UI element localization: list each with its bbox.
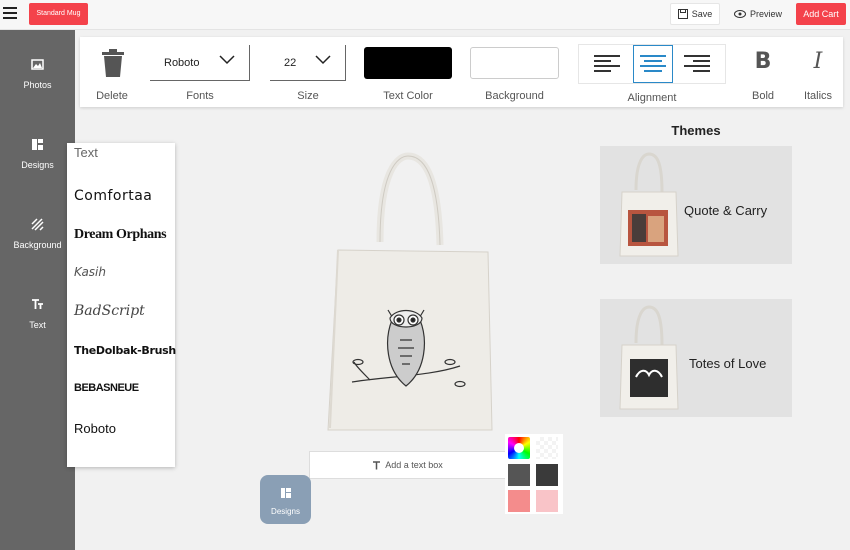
tote-bag-image <box>327 152 493 431</box>
chevron-down-icon <box>219 55 235 65</box>
align-right-icon <box>684 55 710 72</box>
text-color-label: Text Color <box>383 90 433 102</box>
font-option-kasih[interactable]: Kasih <box>74 265 106 279</box>
align-center-icon <box>640 55 666 72</box>
text-color-tool: Text Color <box>364 37 452 107</box>
delete-tool[interactable]: Delete <box>80 37 144 107</box>
font-select-value: Roboto <box>164 56 200 69</box>
transparent-swatch[interactable] <box>536 437 558 459</box>
add-text-box-label: Add a text box <box>385 460 443 470</box>
pink-swatch[interactable] <box>508 490 530 512</box>
sidebar-item-text[interactable]: Text <box>0 298 75 348</box>
delete-label: Delete <box>96 90 128 102</box>
italics-tool[interactable]: I Italics <box>794 37 842 107</box>
bold-label: Bold <box>751 90 775 102</box>
font-dropdown-panel: Text Comfortaa Dream Orphans Kasih BadSc… <box>67 143 176 467</box>
size-select[interactable]: 22 <box>270 45 346 81</box>
align-left-button[interactable] <box>587 45 627 83</box>
top-bar: Standard Mug Save Preview Add Cart <box>0 0 850 30</box>
font-option-thedolbak-brush[interactable]: TheDolbak-Brush <box>74 344 176 357</box>
preview-label: Preview <box>749 9 782 19</box>
save-button[interactable]: Save <box>670 3 720 25</box>
size-label: Size <box>297 90 319 102</box>
chevron-down-icon <box>315 55 331 65</box>
color-wheel-icon <box>514 443 524 453</box>
grid-icon <box>280 488 291 498</box>
bold-tool[interactable]: B Bold <box>740 37 786 107</box>
trash-icon <box>102 49 124 77</box>
alignment-label: Alignment <box>627 92 677 104</box>
dark-gray-swatch[interactable] <box>536 464 558 486</box>
themes-title: Themes <box>671 123 721 138</box>
color-picker-swatch[interactable] <box>508 437 530 459</box>
sidebar-item-label: Background <box>13 240 62 250</box>
align-left-icon <box>594 55 620 72</box>
font-select[interactable]: Roboto <box>150 45 250 81</box>
font-option-bebasneue[interactable]: BEBASNEUE <box>74 382 139 394</box>
align-right-button[interactable] <box>677 45 717 83</box>
gray-swatch[interactable] <box>508 464 530 486</box>
product-type-button[interactable]: Standard Mug <box>29 3 88 25</box>
font-option-roboto[interactable]: Roboto <box>74 421 116 436</box>
theme-label: Totes of Love <box>689 356 767 371</box>
background-tool: Background <box>470 37 559 107</box>
text-size-icon <box>32 299 43 309</box>
text-toolbar: Delete Roboto Fonts 22 Size Text Color B… <box>80 37 843 107</box>
sidebar-item-label: Text <box>29 320 46 330</box>
image-icon <box>31 59 44 70</box>
hatch-icon <box>31 218 44 231</box>
designs-fab-label: Designs <box>271 507 300 516</box>
background-color-swatch[interactable] <box>470 47 559 79</box>
background-label: Background <box>485 90 544 102</box>
alignment-group <box>578 44 726 84</box>
theme-bag-thumbnail <box>619 152 679 257</box>
light-pink-swatch[interactable] <box>536 490 558 512</box>
bold-icon: B <box>754 49 772 74</box>
save-label: Save <box>691 9 713 19</box>
sidebar-item-label: Photos <box>23 80 52 90</box>
fonts-label: Fonts <box>186 90 214 102</box>
italic-icon: I <box>813 49 823 74</box>
text-icon <box>373 460 381 469</box>
save-icon <box>677 9 688 19</box>
theme-bag-thumbnail <box>619 305 679 410</box>
preview-button[interactable]: Preview <box>728 3 788 25</box>
left-sidebar: Photos Designs Background Text <box>0 30 75 550</box>
font-panel-header: Text <box>74 145 98 160</box>
sidebar-item-background[interactable]: Background <box>0 218 75 268</box>
fonts-tool: Roboto Fonts <box>150 37 250 107</box>
italics-label: Italics <box>803 90 833 102</box>
theme-label: Quote & Carry <box>684 203 768 218</box>
sidebar-item-label: Designs <box>21 160 54 170</box>
add-text-box-button[interactable]: Add a text box <box>309 451 506 479</box>
eye-icon <box>733 10 746 18</box>
theme-card[interactable]: Totes of Love <box>600 299 792 417</box>
font-option-comfortaa[interactable]: Comfortaa <box>74 188 152 204</box>
font-option-badscript[interactable]: BadScript <box>74 303 145 319</box>
menu-icon[interactable] <box>3 7 17 19</box>
add-cart-button[interactable]: Add Cart <box>796 3 846 25</box>
align-center-button[interactable] <box>633 45 673 83</box>
text-color-swatch[interactable] <box>364 47 452 79</box>
theme-card[interactable]: Quote & Carry <box>600 146 792 264</box>
designs-fab-button[interactable]: Designs <box>260 475 311 524</box>
sidebar-item-photos[interactable]: Photos <box>0 58 75 108</box>
font-option-dream-orphans[interactable]: Dream Orphans <box>74 227 167 243</box>
size-tool: 22 Size <box>270 37 346 107</box>
grid-icon <box>32 139 43 150</box>
color-palette <box>505 434 563 514</box>
sidebar-item-designs[interactable]: Designs <box>0 138 75 188</box>
size-select-value: 22 <box>284 56 297 69</box>
